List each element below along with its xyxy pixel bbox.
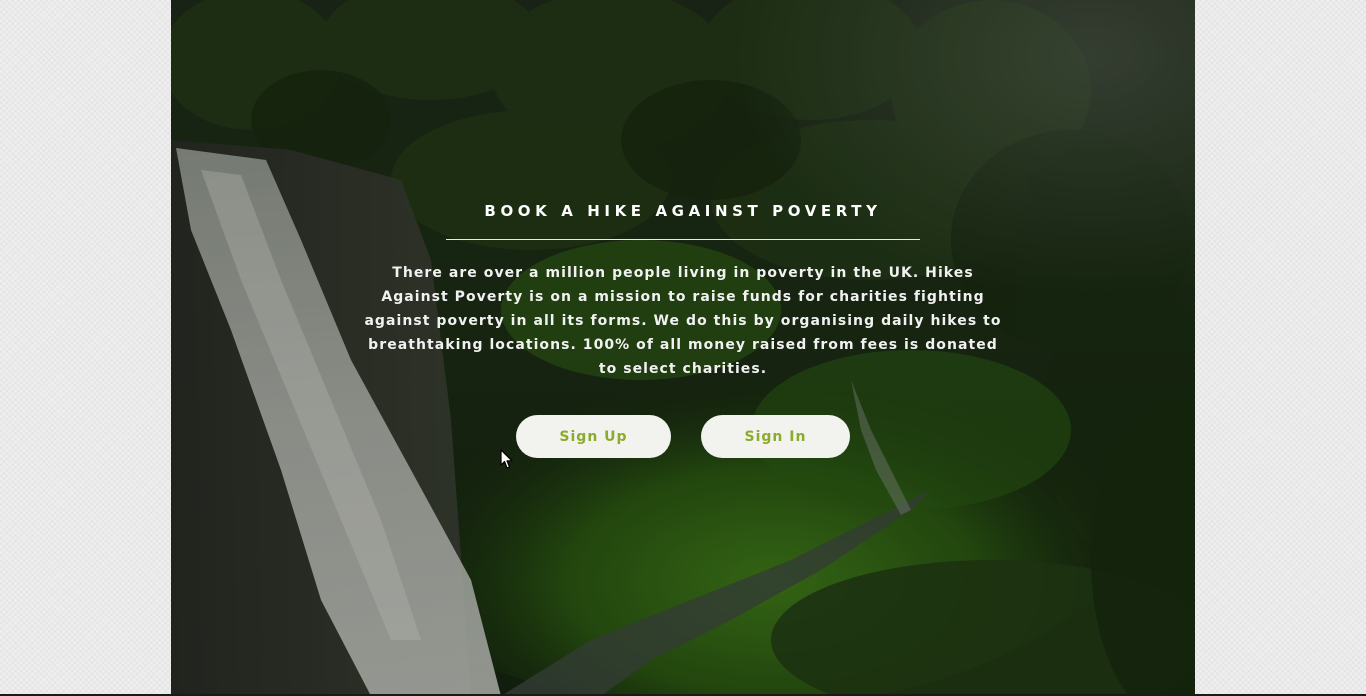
hero-title: BOOK A HIKE AGAINST POVERTY <box>484 202 882 220</box>
mouse-pointer-icon <box>500 449 513 469</box>
hero-section: BOOK A HIKE AGAINST POVERTY There are ov… <box>171 0 1195 696</box>
sign-in-button[interactable]: Sign In <box>701 415 850 458</box>
title-divider <box>446 239 920 240</box>
sign-up-button[interactable]: Sign Up <box>516 415 671 458</box>
hero-description: There are over a million people living i… <box>364 265 1002 377</box>
hero-content: BOOK A HIKE AGAINST POVERTY There are ov… <box>171 0 1195 696</box>
